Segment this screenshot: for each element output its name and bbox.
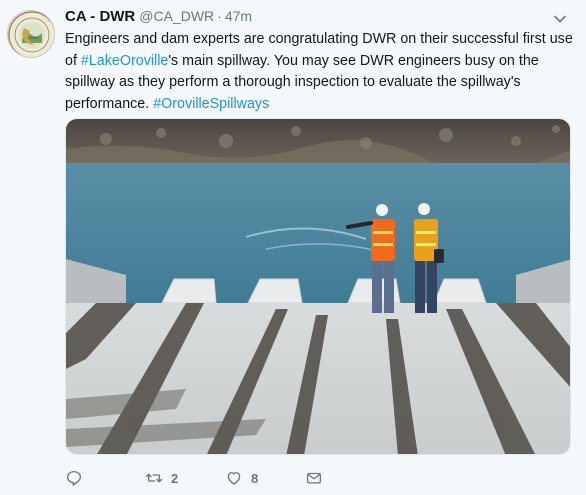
tweet-menu-button[interactable] [553,12,567,26]
tweet-text-segment: performance. [65,95,154,112]
tweet-text-line: Engineers and dam experts are congratula… [65,29,573,51]
tweet[interactable]: CA - DWR @CA_DWR · 47m Engineers and dam… [0,0,586,495]
tweet-timestamp[interactable]: 47m [225,8,252,24]
like-count: 8 [251,470,259,486]
heart-icon [227,472,241,485]
tweet-actions: 2 8 [65,466,323,490]
separator-dot: · [217,8,222,24]
reply-icon [66,470,82,486]
tweet-text-segment: spillway as they perform a thorough insp… [65,74,521,90]
envelope-icon [306,472,322,484]
hashtag-link[interactable]: #LakeOroville [81,53,168,69]
spillway-photo [66,119,570,454]
reply-button[interactable] [65,469,145,487]
tweet-text-line: of #LakeOroville's main spillway. You ma… [65,51,570,73]
retweet-count: 2 [171,470,179,486]
direct-message-button[interactable] [305,469,323,487]
chevron-down-icon [554,15,566,23]
retweet-button[interactable]: 2 [145,469,225,487]
tweet-text: Engineers and dam experts are congratula… [65,29,573,116]
avatar[interactable] [7,10,55,58]
tweet-text-segment: 's main spillway. You may see DWR engine… [168,52,539,69]
author-name[interactable]: CA - DWR [65,8,135,25]
dwr-seal-icon [8,11,54,57]
tweet-text-line: spillway as they perform a thorough insp… [65,72,570,94]
tweet-photo[interactable] [65,118,571,455]
retweet-icon [145,473,163,483]
author-handle[interactable]: @CA_DWR [139,8,214,24]
tweet-text-segment: Engineers and dam experts are congratula… [65,31,573,47]
hashtag-link[interactable]: #OrovilleSpillways [153,96,269,112]
like-button[interactable]: 8 [225,469,305,487]
tweet-header: CA - DWR @CA_DWR · 47m [65,8,252,28]
tweet-text-segment: of [65,52,81,69]
tweet-text-line: performance. #OrovilleSpillways [65,94,570,116]
